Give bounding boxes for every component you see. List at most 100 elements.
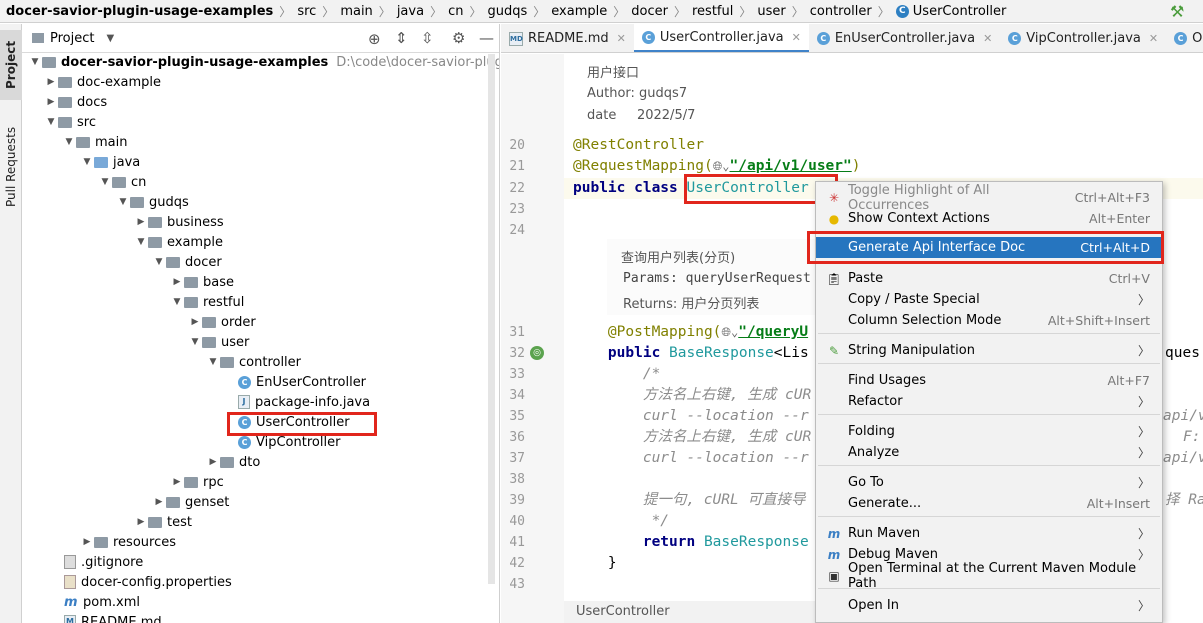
tree-item[interactable]: M README.md — [64, 612, 162, 623]
chevron-right-icon[interactable]: ▶ — [206, 457, 220, 467]
chevron-right-icon[interactable]: ▶ — [44, 77, 58, 87]
tab-ordercontroller[interactable]: C OrderCont — [1166, 24, 1203, 52]
tree-item[interactable]: ▼ user — [188, 332, 250, 352]
close-icon[interactable]: ✕ — [792, 31, 801, 44]
tree-item[interactable]: ▶ order — [188, 312, 256, 332]
class-name-token[interactable]: UserController — [687, 180, 809, 196]
chevron-down-icon[interactable]: ▼ — [206, 357, 220, 367]
chevron-right-icon[interactable]: ▶ — [152, 497, 166, 507]
tab-readme[interactable]: MD README.md ✕ — [501, 24, 634, 52]
hammer-icon[interactable]: ⚒ — [1170, 2, 1184, 21]
menu-item-paste[interactable]: 📋︎ Paste Ctrl+V — [816, 268, 1162, 289]
tree-item[interactable]: C VipController — [238, 432, 340, 452]
breadcrumb-item[interactable]: docer-savior-plugin-usage-examples — [6, 4, 273, 19]
hide-icon[interactable]: — — [479, 29, 494, 47]
menu-item-generate[interactable]: Generate... Alt+Insert — [816, 493, 1162, 514]
scrollbar[interactable] — [488, 54, 495, 584]
chevron-right-icon[interactable]: ▶ — [170, 277, 184, 287]
tree-item[interactable]: ▶ docs — [44, 92, 108, 112]
collapse-all-icon[interactable]: ⇳ — [421, 29, 434, 47]
chevron-down-icon[interactable]: ▼ — [106, 33, 114, 44]
tab-vipcontroller[interactable]: C VipController.java ✕ — [1000, 24, 1166, 52]
tree-item[interactable]: ▼ src — [44, 112, 96, 132]
chevron-down-icon[interactable]: ▼ — [98, 177, 112, 187]
tree-item[interactable]: ▶ rpc — [170, 472, 224, 492]
tree-item[interactable]: .gitignore — [64, 552, 143, 572]
tree-item[interactable]: ▼ controller — [206, 352, 302, 372]
breadcrumb-item[interactable]: java — [397, 4, 424, 19]
tree-item[interactable]: ▶ test — [134, 512, 192, 532]
tree-item-root[interactable]: ▼ docer-savior-plugin-usage-examples D:\co… — [28, 52, 499, 72]
tree-item[interactable]: ▶ genset — [152, 492, 230, 512]
tree-item[interactable]: m pom.xml — [64, 592, 140, 612]
tree-item[interactable]: ▼ restful — [170, 292, 245, 312]
chevron-right-icon[interactable]: ▶ — [134, 217, 148, 227]
tree-item[interactable]: ▶ doc-example — [44, 72, 161, 92]
menu-item-find-usages[interactable]: Find Usages Alt+F7 — [816, 370, 1162, 391]
tree-item[interactable]: C EnUserController — [238, 372, 366, 392]
menu-item-toggle-highlight[interactable]: ✳ Toggle Highlight of All Occurrences Ctrl… — [816, 183, 1162, 213]
menu-item-run-maven[interactable]: m Run Maven 〉 — [816, 523, 1162, 544]
globe-icon[interactable]: 🌐︎⌄ — [713, 159, 730, 173]
menu-item-generate-api-doc[interactable]: Generate Api Interface Doc Ctrl+Alt+D — [816, 237, 1162, 258]
gear-icon[interactable]: ⚙ — [452, 29, 465, 47]
tab-usercontroller[interactable]: C UserController.java ✕ — [633, 24, 809, 52]
chevron-right-icon[interactable]: ▶ — [134, 517, 148, 527]
tree-item[interactable]: ▼ example — [134, 232, 223, 252]
project-tool-tab[interactable]: Project — [0, 30, 22, 100]
tree-item[interactable]: ▶ dto — [206, 452, 261, 472]
tree-item[interactable]: ▼ java — [80, 152, 141, 172]
tree-item[interactable]: ▼ main — [62, 132, 128, 152]
project-view-selector[interactable]: Project — [50, 31, 94, 46]
menu-item-open-terminal-maven[interactable]: ▣ Open Terminal at the Current Maven Modu… — [816, 561, 1162, 591]
menu-item-column-selection[interactable]: Column Selection Mode Alt+Shift+Insert — [816, 310, 1162, 331]
menu-item-go-to[interactable]: Go To 〉 — [816, 472, 1162, 493]
chevron-right-icon[interactable]: ▶ — [188, 317, 202, 327]
menu-item-folding[interactable]: Folding 〉 — [816, 421, 1162, 442]
chevron-right-icon[interactable]: ▶ — [80, 537, 94, 547]
menu-item-open-in[interactable]: Open In 〉 — [816, 595, 1162, 616]
breadcrumb-item[interactable]: example — [551, 4, 607, 19]
close-icon[interactable]: ✕ — [983, 32, 992, 45]
breadcrumb-item[interactable]: src — [297, 4, 316, 19]
breadcrumb-item[interactable]: restful — [692, 4, 733, 19]
breadcrumb-item[interactable]: cn — [448, 4, 463, 19]
chevron-down-icon[interactable]: ▼ — [80, 157, 94, 167]
chevron-down-icon[interactable]: ▼ — [116, 197, 130, 207]
menu-item-show-context-actions[interactable]: ● Show Context Actions Alt+Enter — [816, 208, 1162, 229]
chevron-down-icon[interactable]: ▼ — [188, 337, 202, 347]
chevron-down-icon[interactable]: ▼ — [44, 117, 58, 127]
menu-item-analyze[interactable]: Analyze 〉 — [816, 442, 1162, 463]
globe-icon[interactable]: 🌐︎⌄ — [721, 325, 738, 339]
tree-item[interactable]: Jpackage-info.java — [238, 392, 370, 412]
chevron-down-icon[interactable]: ▼ — [28, 57, 42, 67]
tree-item[interactable]: docer-config.properties — [64, 572, 232, 592]
breadcrumb-item[interactable]: gudqs — [487, 4, 527, 19]
locate-icon[interactable]: ⊕ — [368, 30, 381, 48]
expand-all-icon[interactable]: ⇕ — [395, 29, 408, 47]
chevron-down-icon[interactable]: ▼ — [170, 297, 184, 307]
web-endpoint-icon[interactable]: ◎ — [530, 346, 544, 360]
tree-item[interactable]: ▼ cn — [98, 172, 147, 192]
close-icon[interactable]: ✕ — [1149, 32, 1158, 45]
menu-item-refactor[interactable]: Refactor 〉 — [816, 391, 1162, 412]
tree-item[interactable]: ▶ resources — [80, 532, 176, 552]
tree-item[interactable]: ▶ business — [134, 212, 224, 232]
tree-item[interactable]: ▼ docer — [152, 252, 222, 272]
tree-item[interactable]: ▼ gudqs — [116, 192, 189, 212]
breadcrumb-item[interactable]: docer — [631, 4, 668, 19]
breadcrumb-item[interactable]: main — [340, 4, 372, 19]
breadcrumb-item[interactable]: UserController — [913, 4, 1007, 19]
chevron-right-icon[interactable]: ▶ — [170, 477, 184, 487]
chevron-down-icon[interactable]: ▼ — [152, 257, 166, 267]
chevron-right-icon[interactable]: ▶ — [44, 97, 58, 107]
tab-enusercontroller[interactable]: C EnUserController.java ✕ — [809, 24, 1000, 52]
breadcrumb-item[interactable]: user — [757, 4, 785, 19]
tree-item-selected[interactable]: C UserController — [238, 412, 350, 432]
chevron-down-icon[interactable]: ▼ — [134, 237, 148, 247]
menu-item-copy-paste-special[interactable]: Copy / Paste Special 〉 — [816, 289, 1162, 310]
breadcrumb-item[interactable]: controller — [810, 4, 872, 19]
chevron-down-icon[interactable]: ▼ — [62, 137, 76, 147]
tree-item[interactable]: ▶ base — [170, 272, 234, 292]
menu-item-string-manipulation[interactable]: ✎ String Manipulation 〉 — [816, 340, 1162, 361]
